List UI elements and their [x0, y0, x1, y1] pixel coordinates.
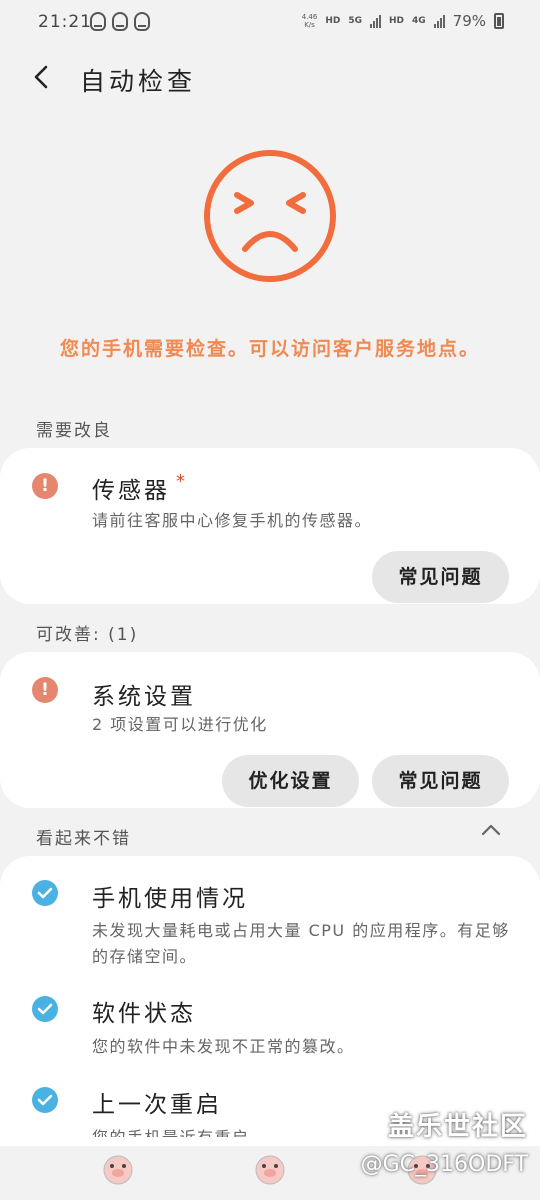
network-5g-label: 5G [348, 16, 362, 26]
pig-sticker-icon [255, 1155, 285, 1185]
signal-strength-icon [433, 14, 445, 28]
notification-icons [90, 12, 150, 31]
network-speed: 4.46 K/s [301, 13, 318, 29]
check-icon [32, 1087, 58, 1113]
status-bar: 21:21 4.46 K/s HD 5G HD 4G 79% [0, 0, 540, 46]
item-title: 传感器 * [92, 471, 188, 504]
status-indicators: 4.46 K/s HD 5G HD 4G 79% [302, 12, 504, 30]
app-header: 自动检查 [0, 52, 540, 102]
check-icon [32, 880, 58, 906]
optimize-settings-button[interactable]: 优化设置 [222, 755, 359, 807]
chevron-left-icon [34, 65, 48, 89]
collapse-section-button[interactable] [480, 822, 502, 836]
section-label-needs-repair: 需要改良 [36, 421, 112, 441]
watermark-site: 盖乐世社区 [387, 1112, 528, 1142]
faq-button-sensor[interactable]: 常见问题 [372, 551, 509, 603]
item-title: 上一次重启 [92, 1092, 222, 1118]
qq-notification-icon [90, 12, 106, 31]
hd-label: HD [325, 16, 341, 26]
check-icon [32, 996, 58, 1022]
signal-strength-icon [369, 14, 381, 28]
chevron-up-icon [481, 824, 501, 836]
item-title: 软件状态 [92, 1001, 196, 1027]
exclamation-icon: ! [32, 677, 58, 703]
battery-icon [494, 13, 504, 29]
item-description: 未发现大量耗电或占用大量 CPU 的应用程序。有足够的存储空间。 [92, 921, 510, 966]
improvable-card: ! 系统设置 2 项设置可以进行优化 优化设置 常见问题 [0, 652, 540, 808]
watermark-user: @GC_316ODFT [360, 1152, 528, 1177]
status-time: 21:21 [38, 12, 92, 32]
faq-button-system[interactable]: 常见问题 [372, 755, 509, 807]
exclamation-icon: ! [32, 473, 58, 499]
item-description: 2 项设置可以进行优化 [92, 715, 268, 734]
required-star: * [176, 471, 188, 492]
section-label-improvable: 可改善: (1) [36, 625, 139, 645]
network-4g-label: 4G [412, 16, 426, 26]
hd-label: HD [388, 16, 404, 26]
pig-sticker-icon [103, 1155, 133, 1185]
needs-repair-card: ! 传感器 * 请前往客服中心修复手机的传感器。 常见问题 [0, 448, 540, 604]
item-description: 请前往客服中心修复手机的传感器。 [92, 511, 373, 530]
back-button[interactable] [26, 60, 60, 94]
qq-notification-icon [112, 12, 128, 31]
unhappy-face-icon [204, 150, 336, 282]
page-title: 自动检查 [80, 67, 197, 96]
qq-notification-icon [134, 12, 150, 31]
item-title: 手机使用情况 [92, 886, 248, 912]
item-title: 系统设置 [92, 684, 196, 710]
looks-good-card: 手机使用情况 未发现大量耗电或占用大量 CPU 的应用程序。有足够的存储空间。 … [0, 856, 540, 1146]
item-description: 您的软件中未发现不正常的篡改。 [92, 1037, 355, 1056]
diagnosis-warning: 您的手机需要检查。可以访问客户服务地点。 [59, 338, 480, 360]
battery-percent: 79% [452, 12, 486, 30]
section-label-looks-good: 看起来不错 [36, 829, 131, 849]
